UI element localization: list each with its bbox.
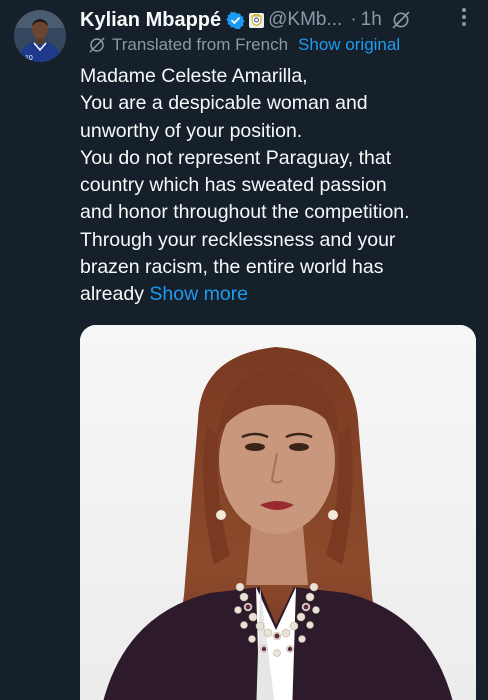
tweet[interactable]: 10 Kylian Mbappé @KMb... · 1h Translated…: [0, 0, 488, 700]
author-handle[interactable]: @KMb...: [268, 9, 342, 31]
translate-icon: [89, 37, 105, 53]
author-name[interactable]: Kylian Mbappé: [80, 9, 221, 32]
tweet-text-line: Through your recklessness and your: [80, 228, 396, 251]
avatar[interactable]: 10: [14, 10, 66, 62]
tweet-text-line: You do not represent Paraguay, that: [80, 146, 392, 169]
tweet-text-line: You are a despicable woman and: [80, 92, 368, 115]
tweet-timestamp[interactable]: 1h: [361, 9, 382, 31]
verified-badge-icon: [226, 11, 245, 29]
show-original-link[interactable]: Show original: [298, 35, 400, 55]
grok-icon[interactable]: [391, 10, 411, 30]
translated-label: Translated from French: [112, 35, 289, 54]
club-crest-icon[interactable]: [249, 12, 265, 28]
tweet-text-last: already: [80, 283, 144, 306]
show-more-link[interactable]: Show more: [149, 283, 248, 305]
tweet-text-line: and honor throughout the competition.: [80, 201, 410, 224]
translation-notice: Translated from French Show original: [88, 32, 400, 58]
separator-dot: ·: [350, 9, 357, 30]
tweet-text-line: brazen racism, the entire world has: [80, 256, 384, 279]
avatar-jersey-number: 10: [25, 55, 33, 62]
tweet-text: Madame Celeste Amarilla, You are a despi…: [80, 63, 480, 309]
tweet-text-line: unworthy of your position.: [80, 119, 303, 142]
tweet-image[interactable]: [80, 325, 476, 700]
more-options-icon[interactable]: [454, 6, 474, 28]
tweet-text-line: country which has sweated passion: [80, 174, 387, 197]
tweet-header: Kylian Mbappé @KMb... · 1h: [80, 6, 488, 34]
tweet-text-line: already Show more: [80, 281, 480, 308]
tweet-text-line: Madame Celeste Amarilla,: [80, 65, 308, 87]
